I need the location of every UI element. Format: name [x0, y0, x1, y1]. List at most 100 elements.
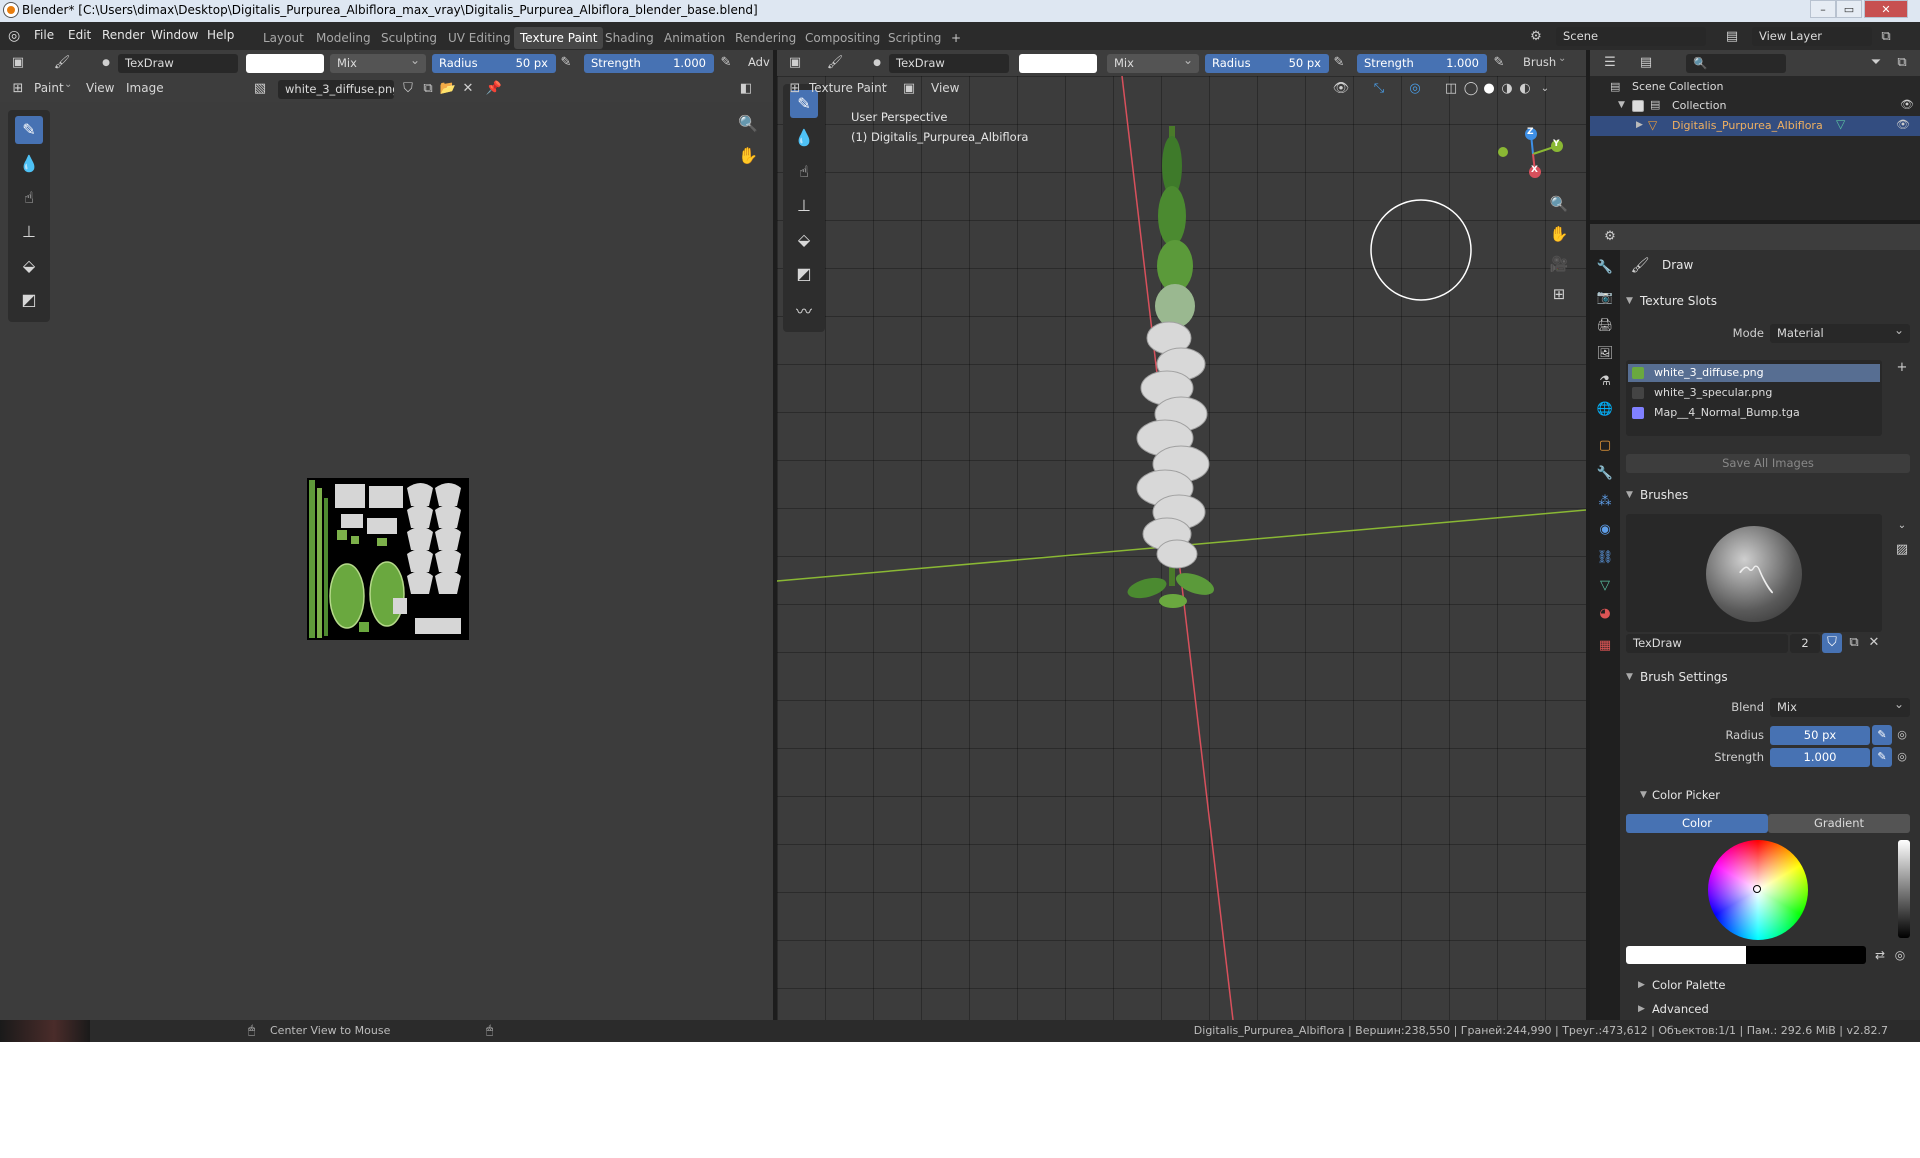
brush-image-icon[interactable]: ▨: [1892, 540, 1912, 560]
new-collection-icon[interactable]: ⧉: [1892, 53, 1912, 73]
viewport-fill-tool-icon[interactable]: ⬙: [790, 226, 818, 254]
pan-hand-icon[interactable]: ✋: [738, 146, 758, 166]
close-button[interactable]: ✕: [1864, 0, 1908, 18]
properties-type-icon[interactable]: ⚙: [1600, 227, 1620, 247]
viewport-brush-name-field[interactable]: TexDraw: [889, 54, 1009, 73]
fake-user-icon[interactable]: ⛉: [398, 79, 418, 99]
material-shading-icon[interactable]: ◑: [1497, 79, 1517, 99]
fill-tool-icon[interactable]: ⬙: [15, 252, 43, 280]
menu-render[interactable]: Render: [102, 28, 145, 42]
tab-modeling[interactable]: Modeling: [310, 27, 377, 49]
overlay-toggle-icon[interactable]: ◎: [1405, 79, 1425, 99]
tab-compositing[interactable]: Compositing: [799, 27, 886, 49]
save-all-images-button[interactable]: Save All Images: [1626, 454, 1910, 473]
gradient-tab[interactable]: Gradient: [1768, 814, 1910, 833]
gizmo-toggle-icon[interactable]: ⤡: [1369, 79, 1389, 99]
tab-animation[interactable]: Animation: [658, 27, 731, 49]
mask-toggle-icon[interactable]: ▣: [899, 79, 919, 99]
color-swatch-bar[interactable]: [1626, 946, 1866, 964]
menu-window[interactable]: Window: [151, 28, 198, 42]
brush-name-field[interactable]: TexDraw: [118, 54, 238, 73]
color-palette-toggle-icon[interactable]: ▶: [1638, 980, 1645, 990]
brush-users-count[interactable]: 2: [1790, 634, 1820, 653]
view-menu[interactable]: View: [86, 81, 114, 95]
object-expand-icon[interactable]: ▶: [1636, 120, 1643, 130]
particles-tab-icon[interactable]: ⁂: [1595, 492, 1615, 512]
scene-tab-icon[interactable]: ⚗: [1595, 372, 1615, 392]
object-visibility-icon[interactable]: 👁: [1896, 118, 1910, 131]
brush-menu[interactable]: Brush: [1523, 55, 1556, 69]
viewport-radius-pressure-icon[interactable]: ✎: [1329, 53, 1349, 73]
menu-help[interactable]: Help: [207, 28, 234, 42]
tab-texture-paint[interactable]: Texture Paint: [514, 27, 604, 49]
view-layer-field[interactable]: View Layer: [1752, 27, 1872, 46]
color-picker-title[interactable]: Color Picker: [1652, 788, 1720, 802]
physics-tab-icon[interactable]: ◉: [1595, 520, 1615, 540]
paint-mode-dropdown[interactable]: Paint: [34, 81, 64, 95]
viewport-mask-tool-icon[interactable]: ◩: [790, 260, 818, 288]
advanced-menu[interactable]: Adv: [748, 55, 770, 69]
viewport-blend-dropdown[interactable]: Mix: [1107, 54, 1199, 73]
unlink-image-icon[interactable]: ✕: [458, 79, 478, 99]
filter-icon[interactable]: ⏷: [1866, 53, 1886, 73]
advanced-title[interactable]: Advanced: [1652, 1002, 1709, 1016]
collection-expand-icon[interactable]: ▼: [1618, 100, 1625, 110]
object-row[interactable]: ▶ ▽ Digitalis_Purpurea_Albiflora ▽ 👁: [1590, 116, 1920, 136]
brush-preview[interactable]: 〽: [1626, 514, 1882, 632]
image-menu[interactable]: Image: [126, 81, 164, 95]
viewport-pan-icon[interactable]: ✋: [1549, 224, 1569, 244]
slot-row-specular[interactable]: white_3_specular.png: [1628, 384, 1880, 402]
color-tab[interactable]: Color: [1626, 814, 1768, 833]
texture-slots-toggle-icon[interactable]: ▼: [1626, 296, 1633, 306]
output-tab-icon[interactable]: 🖨: [1595, 316, 1615, 336]
brush-settings-toggle-icon[interactable]: ▼: [1626, 672, 1633, 682]
scene-collection-label[interactable]: Scene Collection: [1632, 80, 1723, 93]
viewport-strength-pressure-icon[interactable]: ✎: [1489, 53, 1509, 73]
radius-pressure-icon[interactable]: ✎: [556, 53, 576, 73]
add-slot-icon[interactable]: +: [1892, 358, 1912, 378]
slots-mode-dropdown[interactable]: Material: [1770, 324, 1910, 343]
collection-label[interactable]: Collection: [1672, 99, 1726, 112]
radius-unit-icon[interactable]: ◎: [1892, 725, 1912, 745]
outliner-search-input[interactable]: 🔍: [1686, 54, 1786, 73]
brush-icon[interactable]: 🖌: [52, 53, 72, 73]
slot-row-normal[interactable]: Map__4_Normal_Bump.tga: [1628, 404, 1880, 422]
viewport-brush-icon[interactable]: 🖌: [825, 53, 845, 73]
color-wheel[interactable]: [1708, 840, 1808, 940]
viewport-soften-tool-icon[interactable]: 💧: [790, 124, 818, 152]
smear-tool-icon[interactable]: ☝: [15, 184, 43, 212]
brushes-title[interactable]: Brushes: [1640, 488, 1688, 502]
duplicate-brush-icon[interactable]: ⧉: [1844, 633, 1864, 653]
viewport-zoom-icon[interactable]: 🔍: [1549, 194, 1569, 214]
render-tab-icon[interactable]: 📷: [1595, 288, 1615, 308]
color-palette-title[interactable]: Color Palette: [1652, 978, 1726, 992]
radius-pressure-toggle-icon[interactable]: ✎: [1872, 725, 1892, 745]
camera-view-icon[interactable]: 🎥: [1549, 254, 1569, 274]
image-name-field[interactable]: white_3_diffuse.png: [278, 80, 394, 99]
collection-visibility-icon[interactable]: 👁: [1900, 98, 1914, 111]
annotate-tool-icon[interactable]: 〰: [790, 298, 818, 326]
brushes-toggle-icon[interactable]: ▼: [1626, 490, 1633, 500]
view-layer-tab-icon[interactable]: 🖼: [1595, 344, 1615, 364]
zoom-icon[interactable]: 🔍: [738, 114, 758, 134]
tab-uv-editing[interactable]: UV Editing: [442, 27, 517, 49]
value-slider[interactable]: [1898, 840, 1910, 938]
strength-prop-slider[interactable]: 1.000: [1770, 748, 1870, 767]
image-editor-canvas[interactable]: ✎ 💧 ☝ ⊥ ⬙ ◩ 🔍 ✋: [0, 102, 773, 1020]
xray-icon[interactable]: ◫: [1441, 79, 1461, 99]
eyedropper-icon[interactable]: ◎: [1890, 945, 1910, 965]
tool-tab-icon[interactable]: 🔧: [1595, 258, 1615, 278]
brush-color-swatch[interactable]: [246, 54, 324, 73]
clone-tool-icon[interactable]: ⊥: [15, 218, 43, 246]
ortho-toggle-icon[interactable]: ⊞: [1549, 284, 1569, 304]
maximize-button[interactable]: ▭: [1836, 0, 1862, 18]
viewport-color-swatch[interactable]: [1019, 54, 1097, 73]
slot-row-diffuse[interactable]: white_3_diffuse.png: [1628, 364, 1880, 382]
fake-user-shield-icon[interactable]: ⛉: [1822, 633, 1842, 653]
rendered-shading-icon[interactable]: ◐: [1515, 79, 1535, 99]
visibility-icon[interactable]: 👁: [1331, 79, 1351, 99]
display-mode-icon[interactable]: ▤: [1636, 53, 1656, 73]
soften-tool-icon[interactable]: 💧: [15, 150, 43, 178]
unlink-brush-icon[interactable]: ✕: [1864, 633, 1884, 653]
add-workspace-button[interactable]: +: [945, 27, 967, 49]
